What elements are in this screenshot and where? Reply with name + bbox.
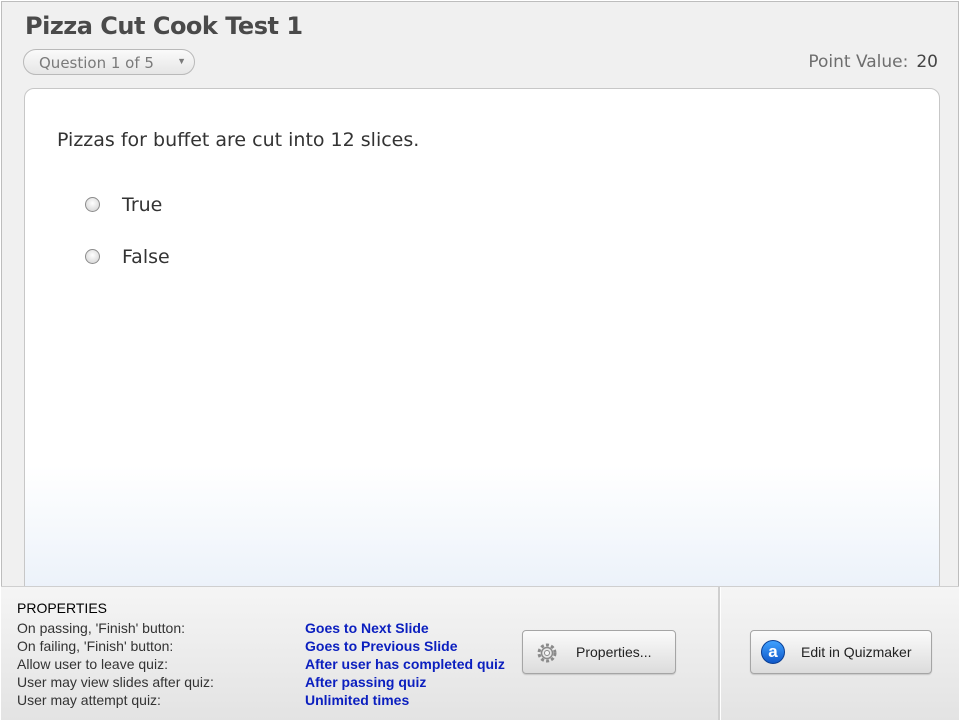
edit-in-quizmaker-button[interactable]: a Edit in Quizmaker: [750, 630, 932, 674]
chevron-down-icon: ▼: [177, 56, 186, 66]
question-text: Pizzas for buffet are cut into 12 slices…: [57, 129, 420, 151]
property-value: Goes to Next Slide: [305, 620, 429, 636]
edit-in-quizmaker-label: Edit in Quizmaker: [801, 644, 912, 660]
radio-button[interactable]: [85, 249, 100, 264]
property-value: After passing quiz: [305, 674, 427, 690]
point-value-label: Point Value:: [808, 52, 909, 72]
point-value: Point Value: 20: [808, 52, 938, 72]
property-key: User may view slides after quiz:: [17, 674, 214, 690]
properties-heading: PROPERTIES: [17, 600, 107, 616]
question-selector-label: Question 1 of 5: [39, 54, 154, 72]
panel-divider: [718, 587, 721, 720]
point-value-number: 20: [916, 52, 938, 72]
properties-panel: PROPERTIES On passing, 'Finish' button: …: [1, 586, 959, 720]
properties-button-label: Properties...: [576, 644, 652, 660]
choice-label: True: [122, 194, 163, 216]
quizmaker-icon: a: [761, 640, 785, 664]
property-value: Unlimited times: [305, 692, 410, 708]
choice-label: False: [122, 246, 170, 268]
property-key: Allow user to leave quiz:: [17, 656, 168, 672]
question-card: Pizzas for buffet are cut into 12 slices…: [24, 88, 940, 628]
question-selector[interactable]: Question 1 of 5 ▼: [23, 49, 195, 75]
property-value: After user has completed quiz: [305, 656, 505, 672]
property-key: On passing, 'Finish' button:: [17, 620, 185, 636]
gear-icon: [537, 643, 557, 663]
quiz-title: Pizza Cut Cook Test 1: [25, 12, 303, 40]
property-key: On failing, 'Finish' button:: [17, 638, 174, 654]
properties-button[interactable]: Properties...: [522, 630, 676, 674]
property-key: User may attempt quiz:: [17, 692, 161, 708]
radio-button[interactable]: [85, 197, 100, 212]
property-value: Goes to Previous Slide: [305, 638, 458, 654]
